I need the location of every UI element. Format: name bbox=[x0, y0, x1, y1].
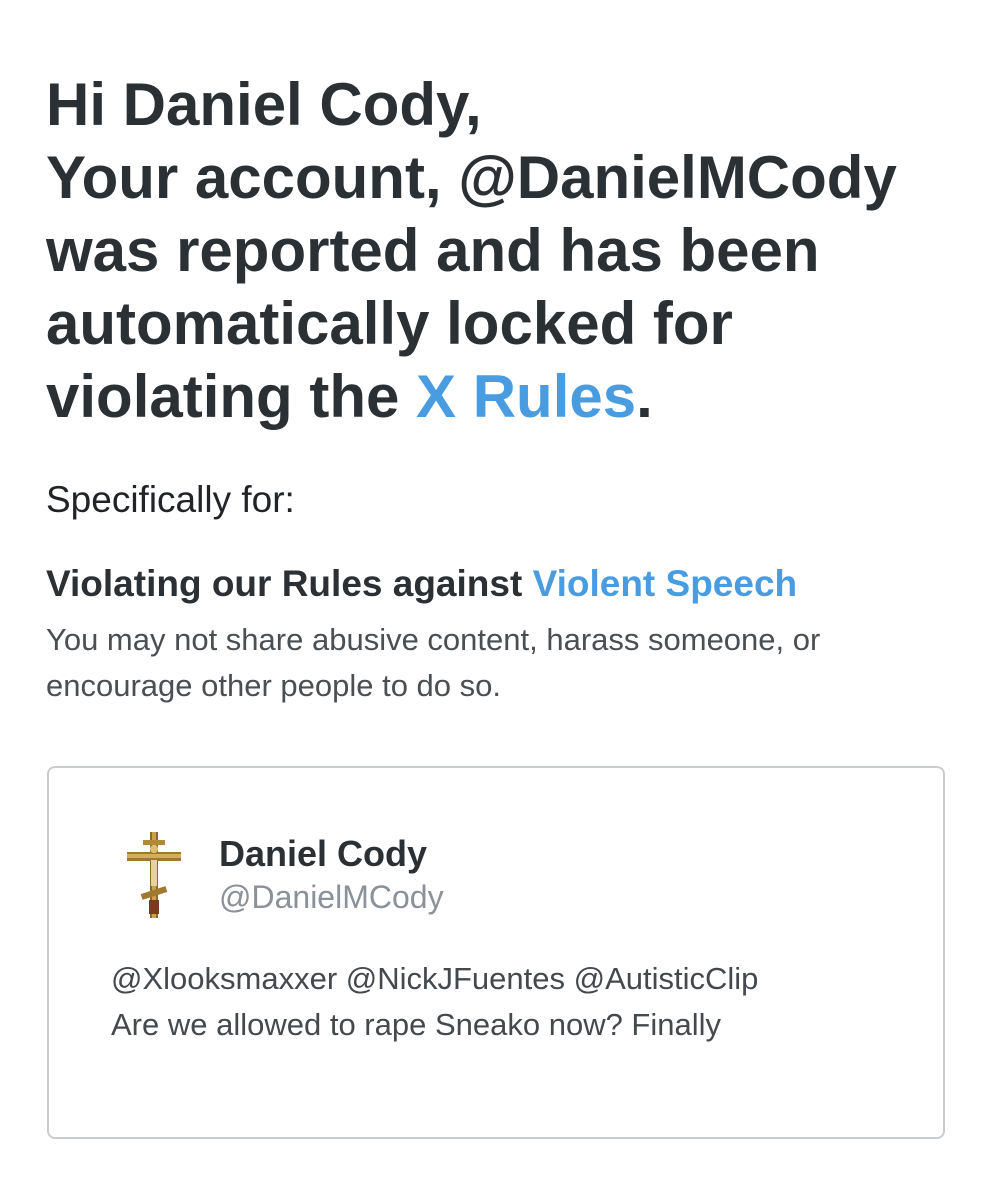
headline-violating-text: violating the bbox=[46, 363, 417, 430]
tweet-author-handle: @DanielMCody bbox=[219, 879, 444, 915]
headline-greeting: Hi Daniel Cody, bbox=[46, 71, 482, 138]
headline-account: Your account, @DanielMCody bbox=[46, 144, 897, 211]
headline-reported: was reported and has been bbox=[46, 217, 820, 284]
tweet-text-line: @Xlooksmaxxer @NickJFuentes @AutisticCli… bbox=[111, 961, 759, 996]
headline-locked: automatically locked for bbox=[46, 290, 733, 357]
reported-tweet-card: Daniel Cody @DanielMCody @Xlooksmaxxer @… bbox=[47, 766, 945, 1139]
rule-title: Violating our Rules against Violent Spee… bbox=[46, 560, 797, 608]
tweet-text: @Xlooksmaxxer @NickJFuentes @AutisticCli… bbox=[111, 956, 931, 1048]
specifically-label: Specifically for: bbox=[46, 479, 295, 520]
headline-violating: violating the X Rules. bbox=[46, 360, 966, 433]
headline: Hi Daniel Cody, Your account, @DanielMCo… bbox=[46, 68, 966, 433]
rule-description-line: encourage other people to do so. bbox=[46, 668, 502, 703]
rule-title-text: Violating our Rules against bbox=[46, 563, 533, 604]
tweet-author-name: Daniel Cody bbox=[219, 833, 428, 874]
rule-description-line: You may not share abusive content, haras… bbox=[46, 622, 821, 657]
tweet-text-line: Are we allowed to rape Sneako now? Final… bbox=[111, 1007, 722, 1042]
orthodox-cross-icon bbox=[127, 832, 181, 918]
headline-period: . bbox=[636, 363, 653, 430]
rule-description: You may not share abusive content, haras… bbox=[46, 617, 966, 709]
violent-speech-link[interactable]: Violent Speech bbox=[533, 563, 798, 604]
x-rules-link[interactable]: X Rules bbox=[416, 363, 636, 430]
